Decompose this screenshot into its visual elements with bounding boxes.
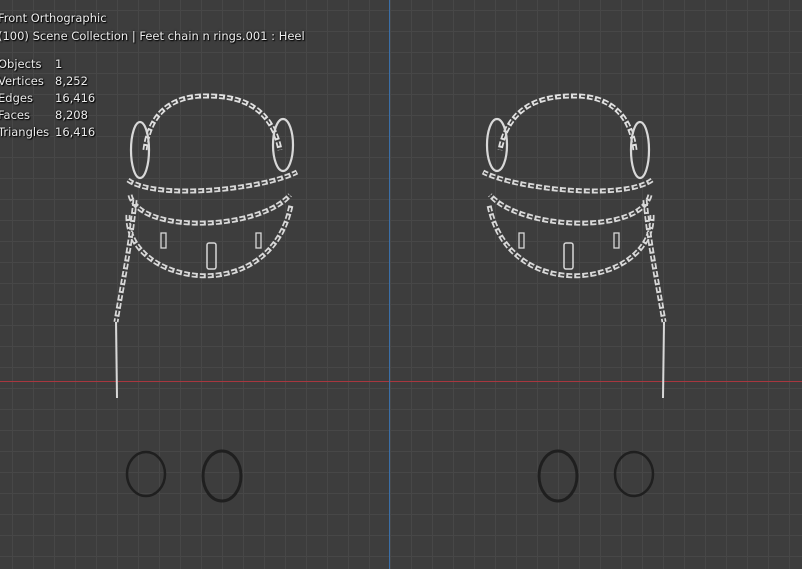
viewport-info-overlay: Front Orthographic (100) Scene Collectio… xyxy=(0,10,305,141)
stat-row-triangles: Triangles 16,416 xyxy=(0,124,305,141)
stat-value: 16,416 xyxy=(55,125,96,139)
stat-label: Vertices xyxy=(0,74,44,88)
stat-label: Objects xyxy=(0,57,42,71)
stat-label: Edges xyxy=(0,91,33,105)
stat-row-edges: Edges 16,416 xyxy=(0,90,305,107)
stat-value: 8,208 xyxy=(55,108,88,122)
stat-row-faces: Faces 8,208 xyxy=(0,107,305,124)
stat-label: Faces xyxy=(0,108,30,122)
left-anklet-mesh[interactable] xyxy=(116,96,297,501)
stat-row-objects: Objects 1 xyxy=(0,56,305,73)
stat-row-vertices: Vertices 8,252 xyxy=(0,73,305,90)
stat-value: 1 xyxy=(55,57,63,71)
stat-label: Triangles xyxy=(0,125,50,139)
collection-info: (100) Scene Collection | Feet chain n ri… xyxy=(0,29,305,43)
right-anklet-mesh[interactable] xyxy=(483,96,664,501)
stat-value: 16,416 xyxy=(55,91,96,105)
3d-viewport[interactable]: Front Orthographic (100) Scene Collectio… xyxy=(0,0,802,569)
stat-value: 8,252 xyxy=(55,74,88,88)
view-name: Front Orthographic xyxy=(0,11,107,25)
scene-statistics: Objects 1 Vertices 8,252 Edges 16,416 Fa… xyxy=(0,56,305,141)
